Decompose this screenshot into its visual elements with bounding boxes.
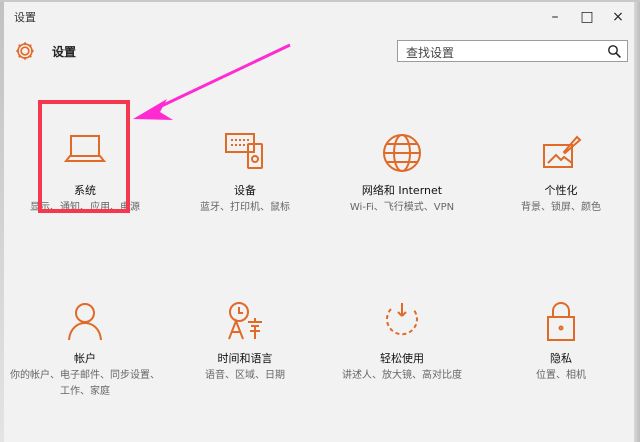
tile-devices-desc: 蓝牙、打印机、鼠标 [200, 202, 290, 213]
minimize-button[interactable]: – [540, 6, 570, 28]
lock-icon [547, 302, 575, 341]
tile-personalization[interactable]: 个性化 背景、锁屏、颜色 [486, 132, 636, 267]
tile-privacy[interactable]: 隐私 位置、相机 [486, 300, 636, 435]
search-placeholder: 查找设置 [406, 46, 455, 60]
window-title: 设置 [14, 11, 36, 24]
annotation-arrow-icon [133, 43, 291, 120]
tile-time-language-label: 时间和语言 [217, 352, 273, 365]
tile-accounts[interactable]: 帐户 你的帐户、电子邮件、同步设置、工作、家庭 [10, 300, 160, 435]
search-input[interactable]: 查找设置 [397, 40, 628, 62]
tile-privacy-desc: 位置、相机 [536, 370, 586, 381]
tile-network-label: 网络和 Internet [361, 184, 443, 197]
tile-ease-access-label: 轻松使用 [380, 352, 424, 365]
left-edge [0, 2, 4, 442]
tile-time-language[interactable]: 时间和语言 语音、区域、日期 [170, 300, 320, 435]
tile-accounts-label: 帐户 [74, 352, 96, 365]
tile-time-language-desc: 语音、区域、日期 [205, 370, 285, 381]
tile-personalization-label: 个性化 [544, 184, 578, 197]
title-bar: 设置 – □ × [0, 2, 640, 32]
person-icon [68, 303, 102, 341]
tile-devices-label: 设备 [234, 184, 256, 197]
globe-icon [383, 134, 421, 172]
ease-access-icon [386, 303, 418, 336]
time-language-icon [228, 302, 262, 340]
gear-icon [16, 42, 34, 60]
tile-ease-access[interactable]: 轻松使用 讲述人、放大镜、高对比度 [327, 300, 477, 435]
paint-icon [543, 135, 582, 168]
close-button[interactable]: × [603, 6, 633, 28]
page-title: 设置 [52, 45, 77, 59]
tile-network-desc: Wi-Fi、飞行模式、VPN [349, 202, 455, 213]
settings-window: 设置 – □ × 设置 查找设置 系统 显示、通知、应用、电源 设备 蓝牙、打印… [0, 0, 640, 442]
maximize-button[interactable]: □ [572, 6, 602, 28]
tile-accounts-desc: 你的帐户、电子邮件、同步设置、工作、家庭 [10, 370, 160, 397]
tile-privacy-label: 隐私 [550, 352, 572, 365]
devices-icon [225, 133, 263, 169]
tile-personalization-desc: 背景、锁屏、颜色 [521, 202, 601, 213]
tile-ease-access-desc: 讲述人、放大镜、高对比度 [342, 370, 462, 381]
search-icon[interactable] [607, 44, 622, 59]
annotation-highlight-box [38, 100, 130, 213]
tile-network[interactable]: 网络和 Internet Wi-Fi、飞行模式、VPN [327, 132, 477, 267]
tile-devices[interactable]: 设备 蓝牙、打印机、鼠标 [170, 132, 320, 267]
